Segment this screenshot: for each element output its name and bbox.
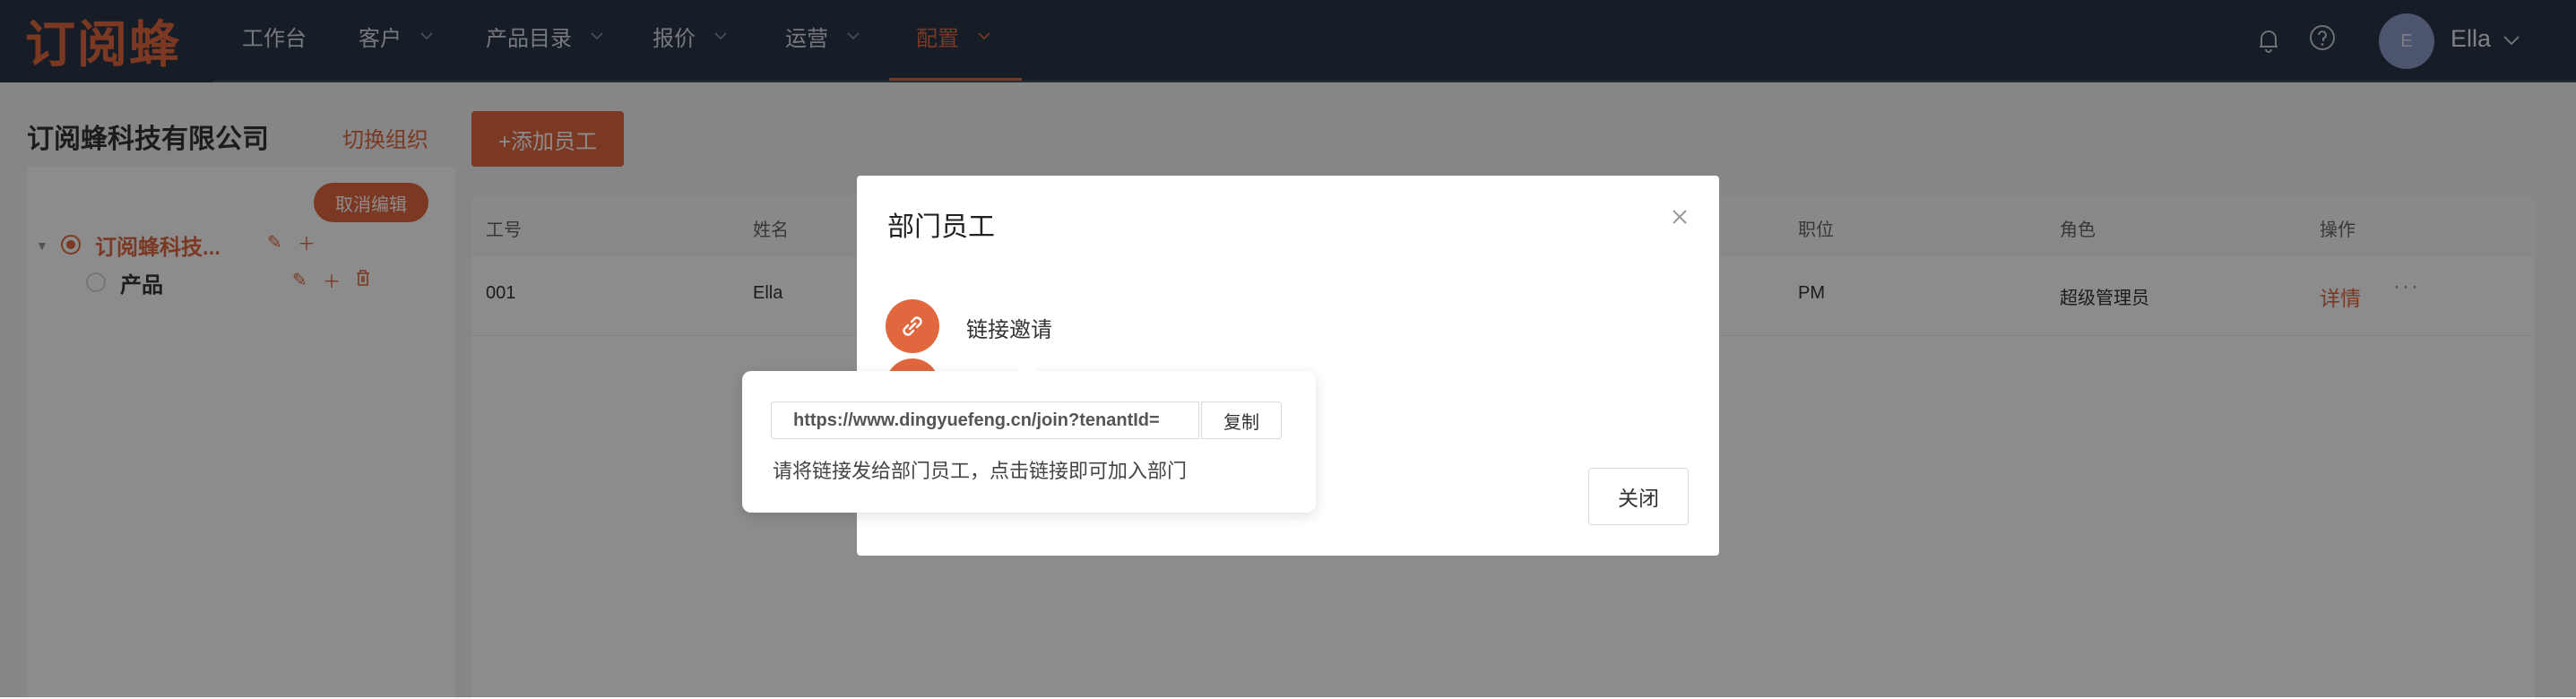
invite-link-field[interactable]: https://www.dingyuefeng.cn/join?tenantId… — [771, 401, 1199, 439]
link-invite-label[interactable]: 链接邀请 — [966, 312, 1052, 343]
close-icon[interactable] — [1669, 206, 1690, 228]
invite-link-popover — [742, 371, 1316, 513]
link-icon[interactable] — [886, 299, 939, 353]
modal-title: 部门员工 — [887, 212, 995, 242]
copy-button[interactable]: 复制 — [1201, 401, 1282, 439]
invite-hint-text: 请将链接发给部门员工，点击链接即可加入部门 — [773, 460, 1188, 482]
close-button[interactable]: 关闭 — [1588, 468, 1689, 525]
